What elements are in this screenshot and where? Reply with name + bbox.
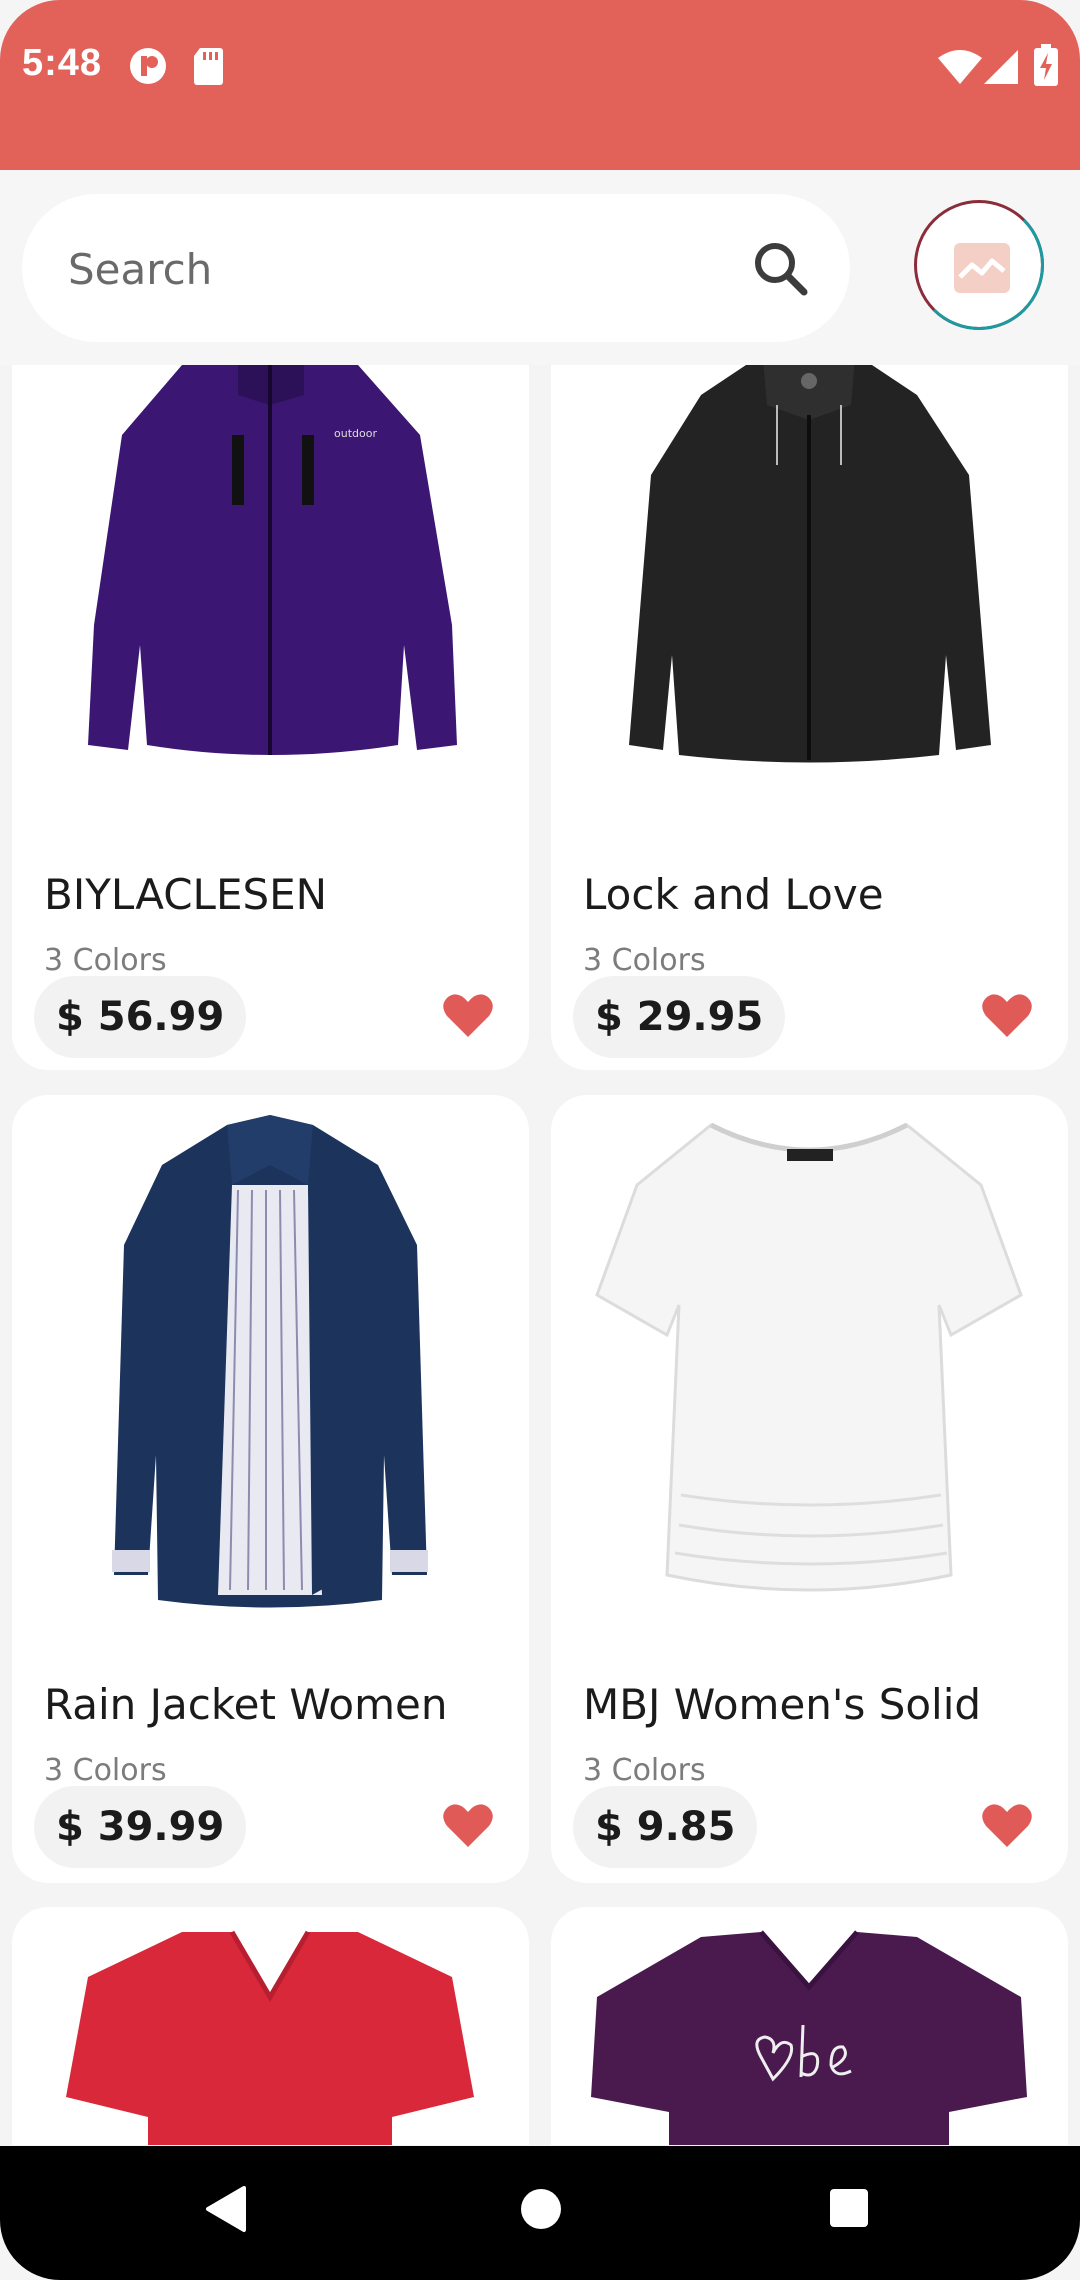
back-icon[interactable] xyxy=(204,2184,248,2234)
product-price: $ 56.99 xyxy=(34,976,247,1058)
product-card[interactable]: Lock and Love 3 Colors $ 29.95 xyxy=(551,365,1068,1070)
search-bar[interactable] xyxy=(22,194,850,342)
favorite-heart-icon[interactable] xyxy=(982,993,1032,1039)
sd-card-icon xyxy=(192,46,224,91)
product-colors: 3 Colors xyxy=(44,1753,167,1788)
product-card[interactable]: outdoor BIYLACLESEN 3 Colors $ 56.99 xyxy=(12,365,529,1070)
product-image-purple-be-kind-tshirt xyxy=(591,1930,1027,2145)
svg-text:outdoor: outdoor xyxy=(334,427,377,440)
image-placeholder-icon xyxy=(954,243,1010,293)
product-card[interactable] xyxy=(12,1907,529,2145)
product-image-white-tshirt xyxy=(595,1122,1023,1592)
favorite-heart-icon[interactable] xyxy=(982,1803,1032,1849)
product-name: Lock and Love xyxy=(583,870,884,919)
product-card[interactable]: Rain Jacket Women 3 Colors $ 39.99 xyxy=(12,1095,529,1883)
wifi-icon xyxy=(938,50,982,89)
battery-charging-icon xyxy=(1034,44,1058,91)
notification-app-icon xyxy=(128,46,168,91)
product-image-navy-rain-jacket xyxy=(112,1115,428,1608)
product-image-purple-jacket: outdoor xyxy=(88,365,457,755)
system-nav-bar xyxy=(0,2146,1080,2280)
product-colors: 3 Colors xyxy=(583,1753,706,1788)
product-colors: 3 Colors xyxy=(583,943,706,978)
app-frame: 5:48 Search outdoor BIYLACLESEN 3 Colors… xyxy=(0,0,1080,2280)
search-input[interactable] xyxy=(66,238,730,300)
product-card[interactable] xyxy=(551,1907,1068,2145)
favorite-heart-icon[interactable] xyxy=(443,1803,493,1849)
product-grid: outdoor BIYLACLESEN 3 Colors $ 56.99 Loc… xyxy=(0,365,1080,2145)
product-name: BIYLACLESEN xyxy=(44,870,328,919)
product-name: MBJ Women's Solid xyxy=(583,1680,982,1729)
product-image-black-leather-jacket xyxy=(629,365,991,763)
product-image-red-vneck-tshirt xyxy=(66,1930,474,2145)
recents-icon[interactable] xyxy=(828,2187,870,2229)
home-icon[interactable] xyxy=(518,2186,564,2232)
profile-avatar-button[interactable] xyxy=(914,200,1044,330)
search-icon[interactable] xyxy=(750,238,810,298)
product-price: $ 29.95 xyxy=(573,976,786,1058)
product-colors: 3 Colors xyxy=(44,943,167,978)
cell-signal-icon xyxy=(984,50,1018,89)
status-time: 5:48 xyxy=(22,42,103,84)
product-price: $ 9.85 xyxy=(573,1786,758,1868)
product-price: $ 39.99 xyxy=(34,1786,247,1868)
favorite-heart-icon[interactable] xyxy=(443,993,493,1039)
product-card[interactable]: MBJ Women's Solid 3 Colors $ 9.85 xyxy=(551,1095,1068,1883)
product-name: Rain Jacket Women xyxy=(44,1680,448,1729)
status-bar: 5:48 xyxy=(0,0,1080,170)
